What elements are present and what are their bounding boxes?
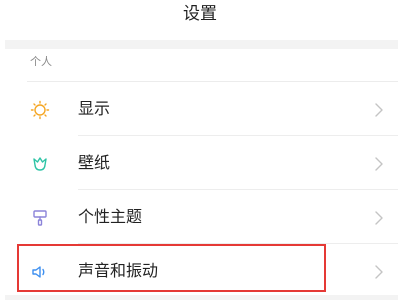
chevron-right-icon: [374, 102, 384, 118]
sun-icon: [30, 100, 50, 120]
section-separator: [5, 40, 398, 49]
settings-item-label: 显示: [78, 99, 111, 118]
settings-item-label: 壁纸: [78, 153, 111, 172]
page-title: 设置: [183, 4, 217, 24]
settings-item-sound-vibration[interactable]: 声音和振动: [0, 244, 400, 298]
chevron-right-icon: [374, 156, 384, 172]
tulip-icon: [30, 154, 50, 174]
settings-item-label: 个性主题: [78, 207, 143, 226]
speaker-icon: [30, 262, 50, 282]
settings-item-wallpaper[interactable]: 壁纸: [0, 136, 400, 190]
chevron-right-icon: [374, 264, 384, 280]
chevron-right-icon: [374, 210, 384, 226]
settings-item-theme[interactable]: 个性主题: [0, 190, 400, 244]
section-separator-bottom: [5, 295, 398, 300]
settings-item-label: 声音和振动: [78, 261, 159, 280]
section-header-personal: 个人: [30, 55, 52, 68]
settings-item-display[interactable]: 显示: [0, 82, 400, 136]
title-bar: 设置: [0, 0, 400, 38]
paint-roller-icon: [30, 208, 50, 228]
